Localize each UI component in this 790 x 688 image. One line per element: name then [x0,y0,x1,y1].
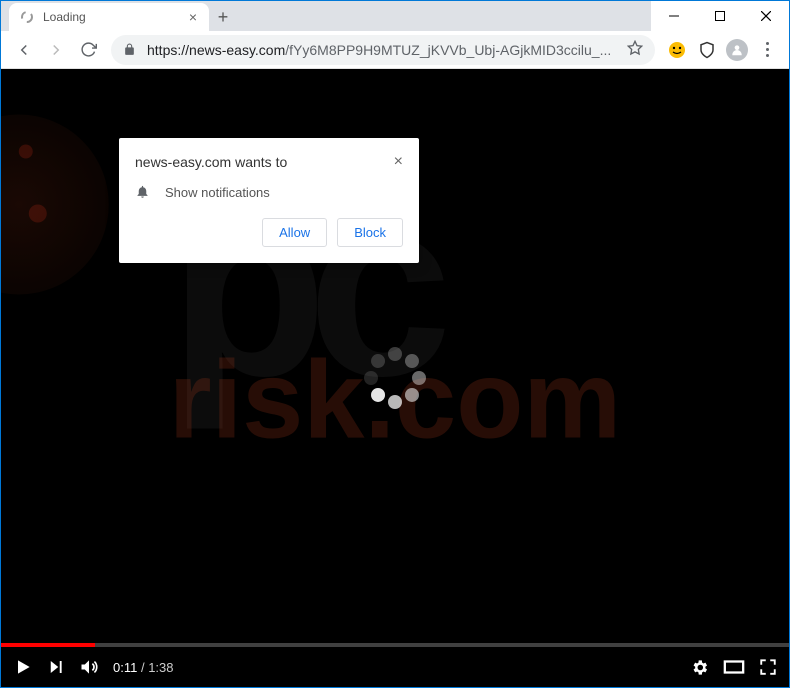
loading-spinner-icon [360,343,430,413]
fullscreen-button[interactable] [759,658,777,676]
bookmark-star-icon[interactable] [627,40,643,59]
back-button[interactable] [9,35,39,65]
tab-title: Loading [43,10,86,24]
tab-close-button[interactable]: × [187,9,199,25]
permission-label: Show notifications [165,185,270,200]
play-button[interactable] [13,657,33,677]
permission-close-button[interactable]: × [394,154,403,170]
new-tab-button[interactable]: + [209,3,237,31]
reload-button[interactable] [73,35,103,65]
tab-strip: Loading × + [1,1,651,31]
video-controls: 0:11 / 1:38 [1,647,789,687]
titlebar: Loading × + [1,1,789,31]
browser-tab[interactable]: Loading × [9,3,209,31]
lock-icon [123,43,137,57]
browser-window: Loading × + https://news-easy.com/fYy6M8… [0,0,790,688]
address-bar[interactable]: https://news-easy.com/fYy6M8PP9H9MTUZ_jK… [111,35,655,65]
extension-icon-2[interactable] [693,36,721,64]
window-controls [651,1,789,31]
volume-button[interactable] [79,657,99,677]
permission-block-button[interactable]: Block [337,218,403,247]
settings-button[interactable] [690,658,709,677]
tab-favicon-loading-icon [19,9,35,25]
toolbar: https://news-easy.com/fYy6M8PP9H9MTUZ_jK… [1,31,789,69]
permission-prompt: news-easy.com wants to × Show notificati… [119,138,419,263]
permission-origin: news-easy.com wants to [135,154,287,170]
extension-icon-1[interactable] [663,36,691,64]
url-text: https://news-easy.com/fYy6M8PP9H9MTUZ_jK… [147,42,619,58]
forward-button[interactable] [41,35,71,65]
theater-mode-button[interactable] [723,658,745,676]
profile-avatar[interactable] [723,36,751,64]
window-maximize-button[interactable] [697,1,743,31]
video-time: 0:11 / 1:38 [113,660,174,675]
permission-allow-button[interactable]: Allow [262,218,327,247]
next-button[interactable] [47,658,65,676]
window-close-button[interactable] [743,1,789,31]
bell-icon [135,184,151,200]
page-content: pc risk.com 0:11 / 1:38 news-easy.com wa… [1,69,789,687]
browser-menu-button[interactable] [753,36,781,64]
window-minimize-button[interactable] [651,1,697,31]
